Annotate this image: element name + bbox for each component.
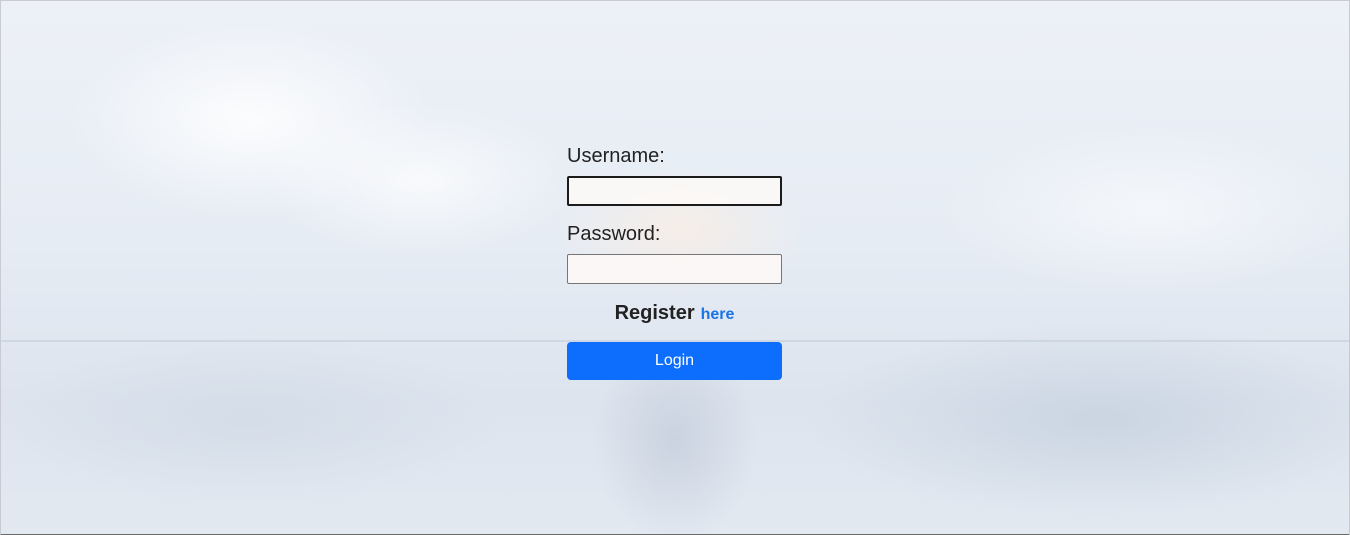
register-text: Register (614, 302, 695, 324)
login-button[interactable]: Login (567, 342, 782, 380)
register-row: Register here (567, 300, 782, 326)
password-label: Password: (567, 223, 661, 245)
register-link[interactable]: here (701, 306, 735, 323)
username-input[interactable] (567, 176, 782, 206)
username-label: Username: (567, 145, 665, 167)
password-input[interactable] (567, 254, 782, 284)
login-form: Username: Password: Register here Login (567, 143, 782, 380)
